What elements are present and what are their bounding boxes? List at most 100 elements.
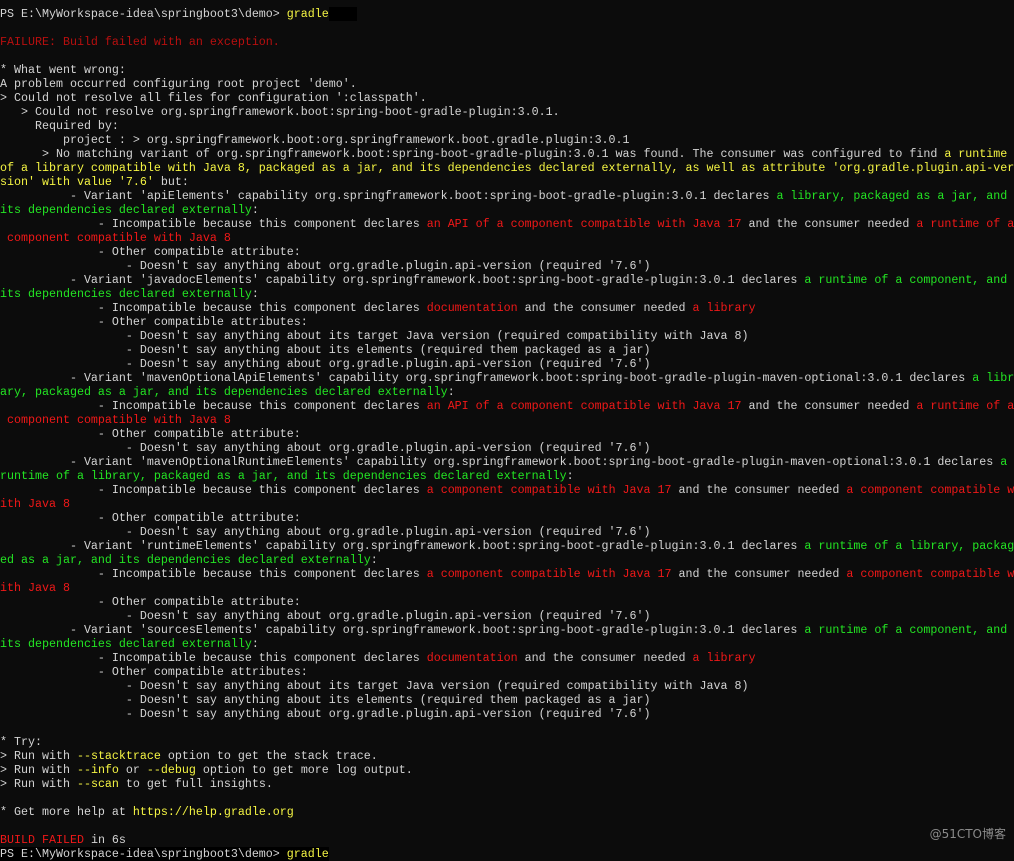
text-segment: a runtime of a <box>916 399 1014 413</box>
text-segment: - Other compatible attributes: <box>0 315 308 329</box>
text-segment: - Doesn't say anything about its element… <box>0 693 651 707</box>
terminal-line: - Variant 'javadocElements' capability o… <box>0 273 1014 287</box>
text-segment: a library, packaged as a jar, and <box>776 189 1008 203</box>
text-segment: a component compatible with Java 17 <box>426 567 672 581</box>
terminal-line: > Run with --stacktrace option to get th… <box>0 749 1014 763</box>
text-segment: or <box>118 763 147 777</box>
text-segment: ith Java 8 <box>0 581 70 595</box>
text-segment: component compatible with Java 8 <box>0 413 231 427</box>
text-segment: --scan <box>76 777 119 791</box>
text-segment: - Doesn't say anything about its element… <box>0 343 651 357</box>
prompt-line: PS E:\MyWorkspace-idea\springboot3\demo>… <box>0 7 1014 21</box>
terminal-line: BUILD FAILED in 6s <box>0 833 1014 847</box>
terminal-line: - Doesn't say anything about org.gradle.… <box>0 609 1014 623</box>
terminal-line: - Doesn't say anything about its element… <box>0 693 1014 707</box>
terminal-line: - Other compatible attributes: <box>0 315 1014 329</box>
terminal-line: > Could not resolve all files for config… <box>0 91 1014 105</box>
text-segment: > Run with <box>0 749 77 763</box>
text-segment: documentation <box>426 651 518 665</box>
terminal-line: component compatible with Java 8 <box>0 413 1014 427</box>
terminal-line: > Run with --info or --debug option to g… <box>0 763 1014 777</box>
text-segment: * What went wrong: <box>0 63 126 77</box>
text-segment: - Variant 'javadocElements' capability o… <box>0 273 805 287</box>
text-segment: : <box>251 287 259 301</box>
terminal-line: ary, packaged as a jar, and its dependen… <box>0 385 1014 399</box>
terminal-line: its dependencies declared externally: <box>0 203 1014 217</box>
terminal-line: FAILURE: Build failed with an exception. <box>0 35 1014 49</box>
terminal-line: - Doesn't say anything about org.gradle.… <box>0 441 1014 455</box>
text-segment: a library <box>692 301 756 315</box>
terminal-line: project : > org.springframework.boot:org… <box>0 133 1014 147</box>
text-segment: --stacktrace <box>76 749 161 763</box>
text-segment: - Incompatible because this component de… <box>0 483 427 497</box>
text-segment: https://help.gradle.org <box>132 805 294 819</box>
text-segment: but: <box>153 175 189 189</box>
text-segment: its dependencies declared externally <box>0 287 252 301</box>
text-segment: ary, packaged as a jar, and its dependen… <box>0 385 448 399</box>
text-segment: ith Java 8 <box>0 497 70 511</box>
text-segment: sion' with value '7.6' <box>0 175 154 189</box>
text-segment: and the consumer needed <box>741 217 917 231</box>
terminal-line: - Incompatible because this component de… <box>0 651 1014 665</box>
terminal-line: - Doesn't say anything about org.gradle.… <box>0 259 1014 273</box>
text-segment: a runtime <box>944 147 1008 161</box>
text-segment: component compatible with Java 8 <box>0 231 231 245</box>
terminal-line: of a library compatible with Java 8, pac… <box>0 161 1014 175</box>
text-segment: a libr <box>972 371 1014 385</box>
terminal-line: > Run with --scan to get full insights. <box>0 777 1014 791</box>
cursor-block <box>328 7 357 21</box>
terminal-line: - Incompatible because this component de… <box>0 301 1014 315</box>
terminal-line: - Variant 'runtimeElements' capability o… <box>0 539 1014 553</box>
text-segment: - Variant 'runtimeElements' capability o… <box>0 539 805 553</box>
text-segment: - Other compatible attribute: <box>0 245 301 259</box>
text-segment: a runtime of a <box>916 217 1014 231</box>
text-segment: and the consumer needed <box>517 651 693 665</box>
text-segment: and the consumer needed <box>671 567 847 581</box>
text-segment: - Incompatible because this component de… <box>0 217 427 231</box>
terminal-line: - Variant 'apiElements' capability org.s… <box>0 189 1014 203</box>
text-segment: A problem occurred configuring root proj… <box>0 77 357 91</box>
text-segment: - Incompatible because this component de… <box>0 399 427 413</box>
terminal-line: ith Java 8 <box>0 581 1014 595</box>
terminal-line: - Doesn't say anything about its element… <box>0 343 1014 357</box>
terminal-line: > Could not resolve org.springframework.… <box>0 105 1014 119</box>
text-segment: - Variant 'apiElements' capability org.s… <box>0 189 777 203</box>
text-segment: - Other compatible attribute: <box>0 427 301 441</box>
terminal-line: sion' with value '7.6' but: <box>0 175 1014 189</box>
text-segment: > Run with <box>0 763 77 777</box>
text-segment: > Could not resolve org.springframework.… <box>0 105 560 119</box>
terminal-line: * Try: <box>0 735 1014 749</box>
text-segment: a runtime of a library, packag <box>804 539 1014 553</box>
terminal-line: runtime of a library, packaged as a jar,… <box>0 469 1014 483</box>
text-segment: a component compatible w <box>846 567 1014 581</box>
text-segment: - Doesn't say anything about org.gradle.… <box>0 259 651 273</box>
terminal-output[interactable]: PS E:\MyWorkspace-idea\springboot3\demo>… <box>0 7 1014 861</box>
text-segment: - Doesn't say anything about org.gradle.… <box>0 357 651 371</box>
terminal-line: - Doesn't say anything about org.gradle.… <box>0 707 1014 721</box>
text-segment: - Doesn't say anything about org.gradle.… <box>0 609 651 623</box>
terminal-line: * Get more help at https://help.gradle.o… <box>0 805 1014 819</box>
text-segment: a <box>1000 455 1008 469</box>
text-segment: - Doesn't say anything about org.gradle.… <box>0 441 651 455</box>
text-segment: project : > org.springframework.boot:org… <box>0 133 630 147</box>
text-segment: documentation <box>426 301 518 315</box>
terminal-line: * What went wrong: <box>0 63 1014 77</box>
text-segment: ed as a jar, and its dependencies declar… <box>0 553 371 567</box>
text-segment: : <box>447 385 455 399</box>
text-segment: - Incompatible because this component de… <box>0 301 427 315</box>
terminal-line: - Doesn't say anything about its target … <box>0 329 1014 343</box>
text-segment: : <box>251 203 259 217</box>
text-segment: option to get the stack trace. <box>160 749 378 763</box>
terminal-line: - Incompatible because this component de… <box>0 483 1014 497</box>
text-segment: gradle <box>286 847 329 861</box>
text-segment: and the consumer needed <box>517 301 693 315</box>
terminal-line: - Other compatible attribute: <box>0 595 1014 609</box>
terminal-line: ed as a jar, and its dependencies declar… <box>0 553 1014 567</box>
terminal-line: > No matching variant of org.springframe… <box>0 147 1014 161</box>
terminal-line: A problem occurred configuring root proj… <box>0 77 1014 91</box>
terminal-line: - Incompatible because this component de… <box>0 399 1014 413</box>
